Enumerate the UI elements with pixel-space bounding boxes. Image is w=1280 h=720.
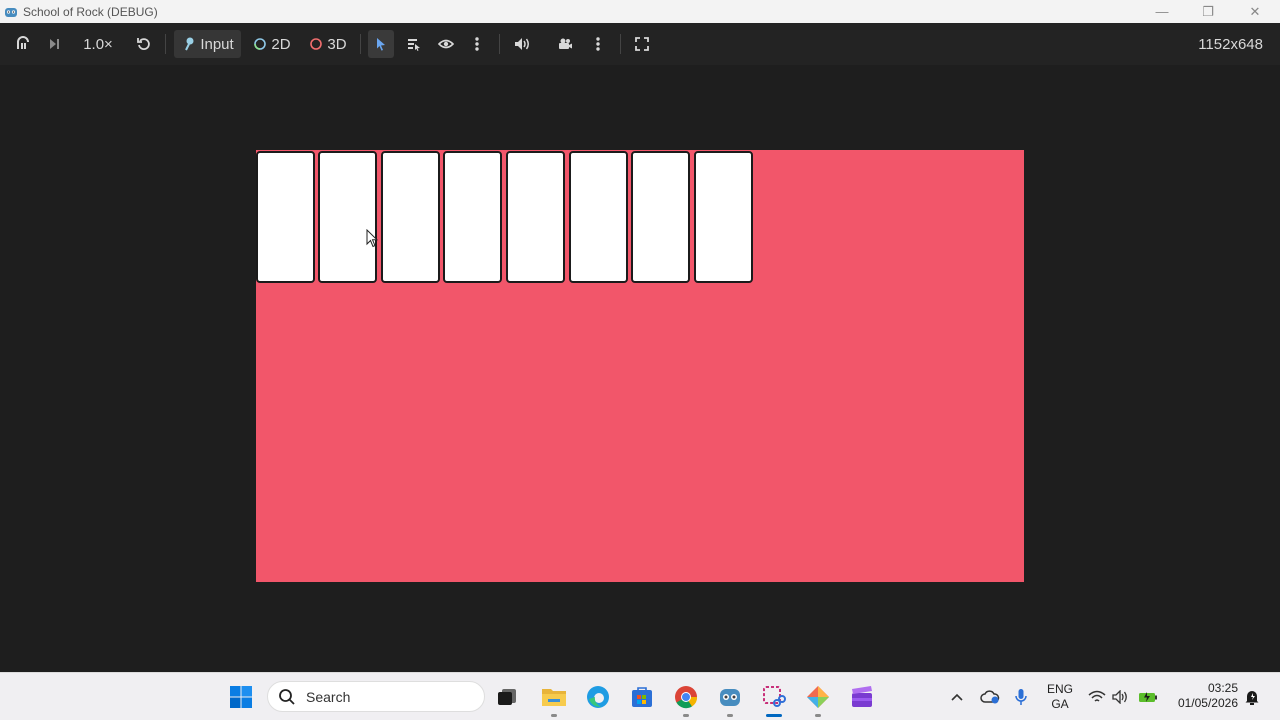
clock-time: 03:25: [1207, 681, 1238, 695]
next-frame-button[interactable]: [42, 30, 66, 58]
card-slot[interactable]: [318, 151, 377, 283]
next-frame-icon: [50, 39, 59, 49]
windows-taskbar: [0, 672, 1280, 720]
window-titlebar: School of Rock (DEBUG) — ❐ ✕: [0, 0, 1280, 23]
eye-icon: [438, 39, 454, 49]
cloud-icon: [980, 690, 1000, 704]
game-resolution-label: 1152x648: [1198, 35, 1263, 53]
card-slot[interactable]: [381, 151, 440, 283]
visibility-button[interactable]: [433, 30, 459, 58]
speaker-icon: [515, 38, 529, 50]
taskbar-edge[interactable]: [582, 681, 614, 713]
mode-2d-button[interactable]: 2D: [250, 30, 294, 58]
input-mode-button[interactable]: Input: [174, 30, 241, 58]
chevron-up-icon: [951, 693, 963, 701]
card-slot[interactable]: [569, 151, 628, 283]
kebab-menu-icon: [475, 37, 479, 51]
mode-2d-label: 2D: [271, 35, 291, 53]
pointer-icon: [377, 38, 385, 51]
close-button[interactable]: ✕: [1232, 0, 1278, 23]
speed-label: 1.0×: [83, 35, 113, 53]
notification-bell-icon: [1245, 691, 1259, 705]
card-slot[interactable]: [631, 151, 690, 283]
fullscreen-button[interactable]: [629, 30, 655, 58]
circle-2d-icon: [254, 38, 267, 50]
notifications-button[interactable]: [1239, 681, 1265, 713]
game-toolbar: 1.0× Input 2D 3D: [0, 23, 1280, 65]
snipping-tool-icon: [763, 686, 786, 707]
edge-browser-icon: [587, 686, 609, 708]
pause-icon: [17, 36, 29, 49]
microphone-icon: [1015, 689, 1027, 705]
battery-tray-icon[interactable]: [1134, 681, 1162, 713]
input-mode-label: Input: [200, 35, 234, 53]
diamond-app-icon: [807, 686, 829, 708]
list-select-button[interactable]: [401, 30, 427, 58]
wifi-tray-icon[interactable]: [1084, 681, 1110, 713]
minimize-button[interactable]: —: [1139, 0, 1185, 23]
circle-3d-icon: [310, 38, 323, 50]
clock-date: 01/05/2026: [1177, 696, 1238, 710]
wifi-icon: [1088, 690, 1106, 702]
taskbar-file-explorer[interactable]: [538, 681, 570, 717]
card-slot[interactable]: [694, 151, 753, 283]
reset-speed-button[interactable]: [132, 30, 156, 58]
taskbar-app-clapper[interactable]: [846, 681, 878, 713]
card-slot[interactable]: [256, 151, 315, 283]
volume-icon: [1112, 690, 1127, 704]
taskbar-app-diamond[interactable]: [802, 681, 834, 717]
task-view-button[interactable]: [491, 681, 523, 713]
battery-charging-icon: [1139, 692, 1157, 702]
godot-app-icon: [5, 7, 17, 17]
suspend-button[interactable]: [11, 30, 35, 58]
onedrive-tray-icon[interactable]: [975, 681, 1005, 713]
mouse-cursor-icon: [366, 229, 378, 248]
taskbar-search-box[interactable]: Search: [267, 681, 485, 712]
start-button[interactable]: [225, 681, 257, 713]
reset-icon: [137, 38, 150, 50]
close-icon: ✕: [1249, 3, 1261, 19]
select-options-menu[interactable]: [466, 30, 488, 58]
joystick-icon: [185, 37, 194, 51]
card-slot[interactable]: [506, 151, 565, 283]
windows-logo-icon: [230, 686, 252, 708]
camera-options-menu[interactable]: [587, 30, 609, 58]
language-indicator[interactable]: ENG GA: [1040, 682, 1080, 712]
godot-engine-icon: [720, 689, 740, 706]
list-cursor-icon: [408, 39, 420, 51]
taskbar-store[interactable]: [626, 681, 658, 713]
camera-override-button[interactable]: [552, 30, 578, 58]
store-icon: [632, 687, 652, 707]
chrome-browser-icon: [675, 686, 698, 709]
mode-3d-label: 3D: [327, 35, 347, 53]
mute-button[interactable]: [508, 30, 536, 58]
show-hidden-icons-button[interactable]: [942, 681, 972, 713]
taskbar-chrome[interactable]: [670, 681, 702, 717]
window-title: School of Rock (DEBUG): [23, 4, 158, 19]
restore-icon: ❐: [1202, 3, 1214, 19]
select-mode-button[interactable]: [368, 30, 394, 58]
clapperboard-icon: [852, 686, 872, 707]
clock[interactable]: 03:25 01/05/2026: [1166, 681, 1238, 711]
microphone-tray-icon[interactable]: [1007, 681, 1035, 713]
volume-tray-icon[interactable]: [1108, 681, 1134, 713]
folder-icon: [542, 689, 566, 706]
game-viewport[interactable]: [256, 150, 1024, 582]
mode-3d-button[interactable]: 3D: [305, 30, 351, 58]
camera-icon: [559, 38, 572, 49]
search-icon: [279, 688, 295, 705]
kebab-menu-icon: [596, 37, 600, 51]
task-view-icon: [498, 689, 516, 705]
restore-button[interactable]: ❐: [1185, 0, 1231, 23]
taskbar-godot[interactable]: [714, 681, 746, 717]
fullscreen-icon: [635, 37, 649, 51]
minimize-icon: —: [1155, 4, 1169, 19]
search-placeholder: Search: [306, 688, 351, 705]
speed-selector[interactable]: 1.0×: [78, 30, 118, 58]
card-slot[interactable]: [443, 151, 502, 283]
taskbar-snipping-tool[interactable]: [758, 681, 790, 717]
